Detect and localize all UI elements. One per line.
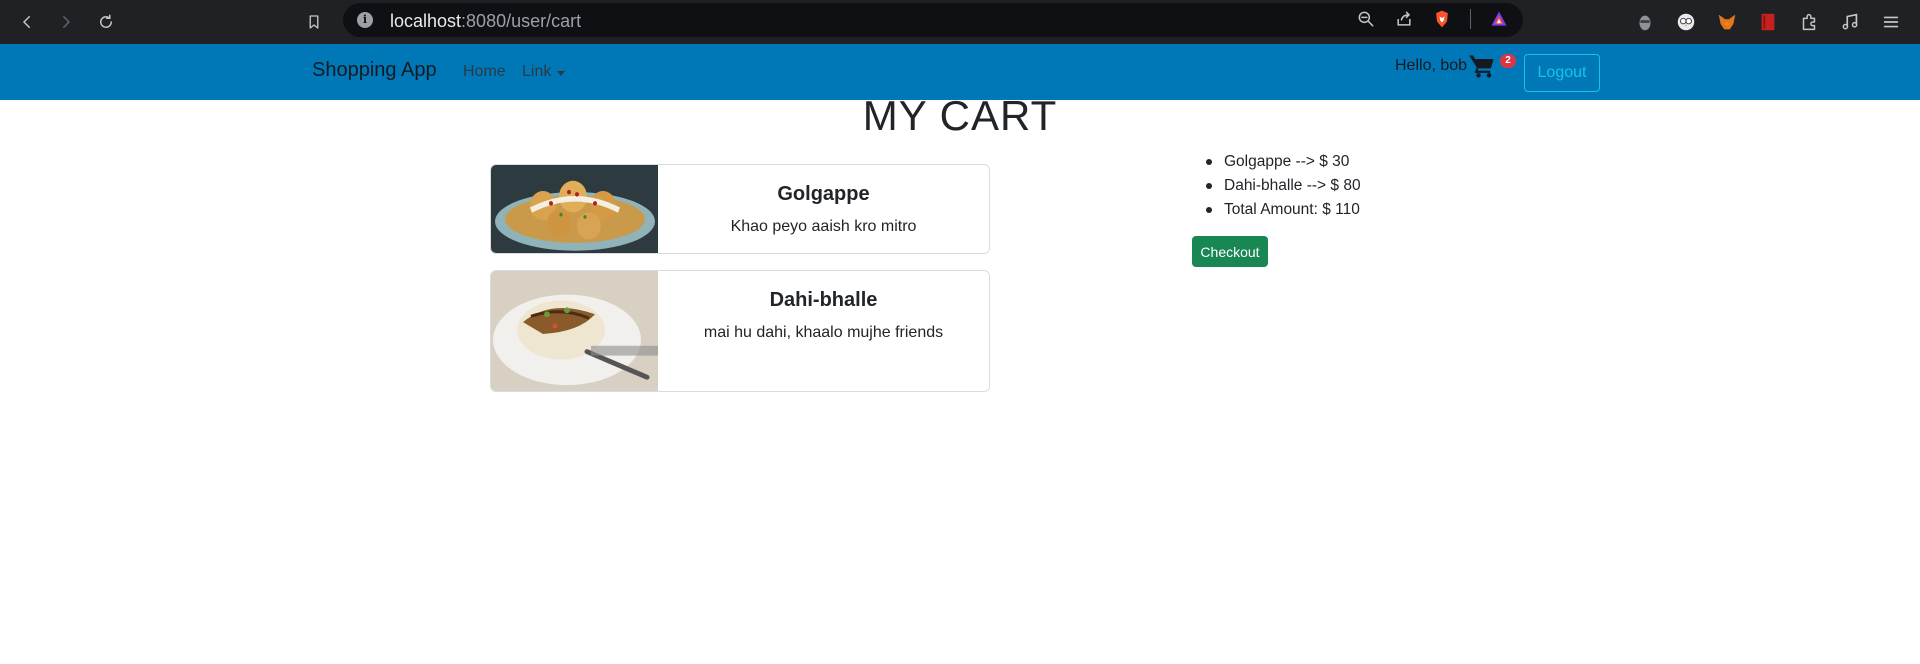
back-icon[interactable] (11, 6, 43, 38)
share-icon[interactable] (1394, 9, 1414, 29)
url-host: localhost (390, 11, 462, 31)
caret-down-icon (557, 70, 566, 76)
page-title: MY CART (862, 92, 1058, 139)
bookmark-icon[interactable] (298, 6, 330, 38)
brave-shield-icon[interactable] (1432, 9, 1452, 29)
extensions-puzzle-icon[interactable] (1796, 9, 1822, 35)
logout-button[interactable]: Logout (1524, 54, 1600, 92)
brave-rewards-icon[interactable] (1489, 9, 1509, 29)
menu-hamburger-icon[interactable] (1878, 9, 1904, 35)
checkout-button[interactable]: Checkout (1192, 236, 1268, 267)
address-bar[interactable]: i localhost:8080/user/cart (343, 3, 1523, 37)
metamask-fox-icon[interactable] (1714, 9, 1740, 35)
item-name: Dahi-bhalle (769, 289, 878, 311)
reload-icon[interactable] (90, 6, 122, 38)
summary-line-dahi-bhalle: Dahi-bhalle --> $ 80 (1206, 174, 1361, 198)
toolbar-divider (1470, 9, 1471, 29)
extension-ninja-icon[interactable] (1632, 9, 1658, 35)
item-description: mai hu dahi, khaalo mujhe friends (703, 324, 944, 341)
extension-owl-icon[interactable] (1673, 9, 1699, 35)
zoom-icon[interactable] (1356, 9, 1376, 29)
summary-list: Golgappe --> $ 30 Dahi-bhalle --> $ 80 T… (1206, 150, 1361, 222)
user-greeting: Hello, bob (1395, 57, 1468, 74)
cart-item-card: Dahi-bhalle mai hu dahi, khaalo mujhe fr… (490, 270, 990, 392)
nav-home-link[interactable]: Home (463, 63, 506, 81)
nav-link-label: Link (522, 63, 552, 80)
navbar-brand[interactable]: Shopping App (312, 59, 437, 82)
cart-summary: Golgappe --> $ 30 Dahi-bhalle --> $ 80 T… (1206, 150, 1361, 222)
item-name: Golgappe (777, 183, 870, 205)
shopping-cart-icon[interactable] (1468, 52, 1496, 80)
site-info-icon[interactable]: i (357, 12, 373, 28)
forward-icon[interactable] (50, 6, 82, 38)
extension-book-icon[interactable] (1755, 9, 1781, 35)
dahi-bhalle-image (491, 271, 658, 391)
url-path: :8080/user/cart (461, 11, 582, 31)
item-description: Khao peyo aaish kro mitro (730, 218, 917, 235)
nav-link-dropdown[interactable]: Link (522, 63, 566, 81)
golgappe-image (491, 165, 658, 253)
media-music-icon[interactable] (1837, 9, 1863, 35)
summary-total: Total Amount: $ 110 (1206, 198, 1361, 222)
summary-line-golgappe: Golgappe --> $ 30 (1206, 150, 1361, 174)
url-text[interactable]: localhost:8080/user/cart (390, 11, 581, 32)
browser-toolbar: i localhost:8080/user/cart (0, 0, 1920, 44)
cart-count-badge: 2 (1500, 54, 1516, 68)
cart-item-card: Golgappe Khao peyo aaish kro mitro (490, 164, 990, 254)
